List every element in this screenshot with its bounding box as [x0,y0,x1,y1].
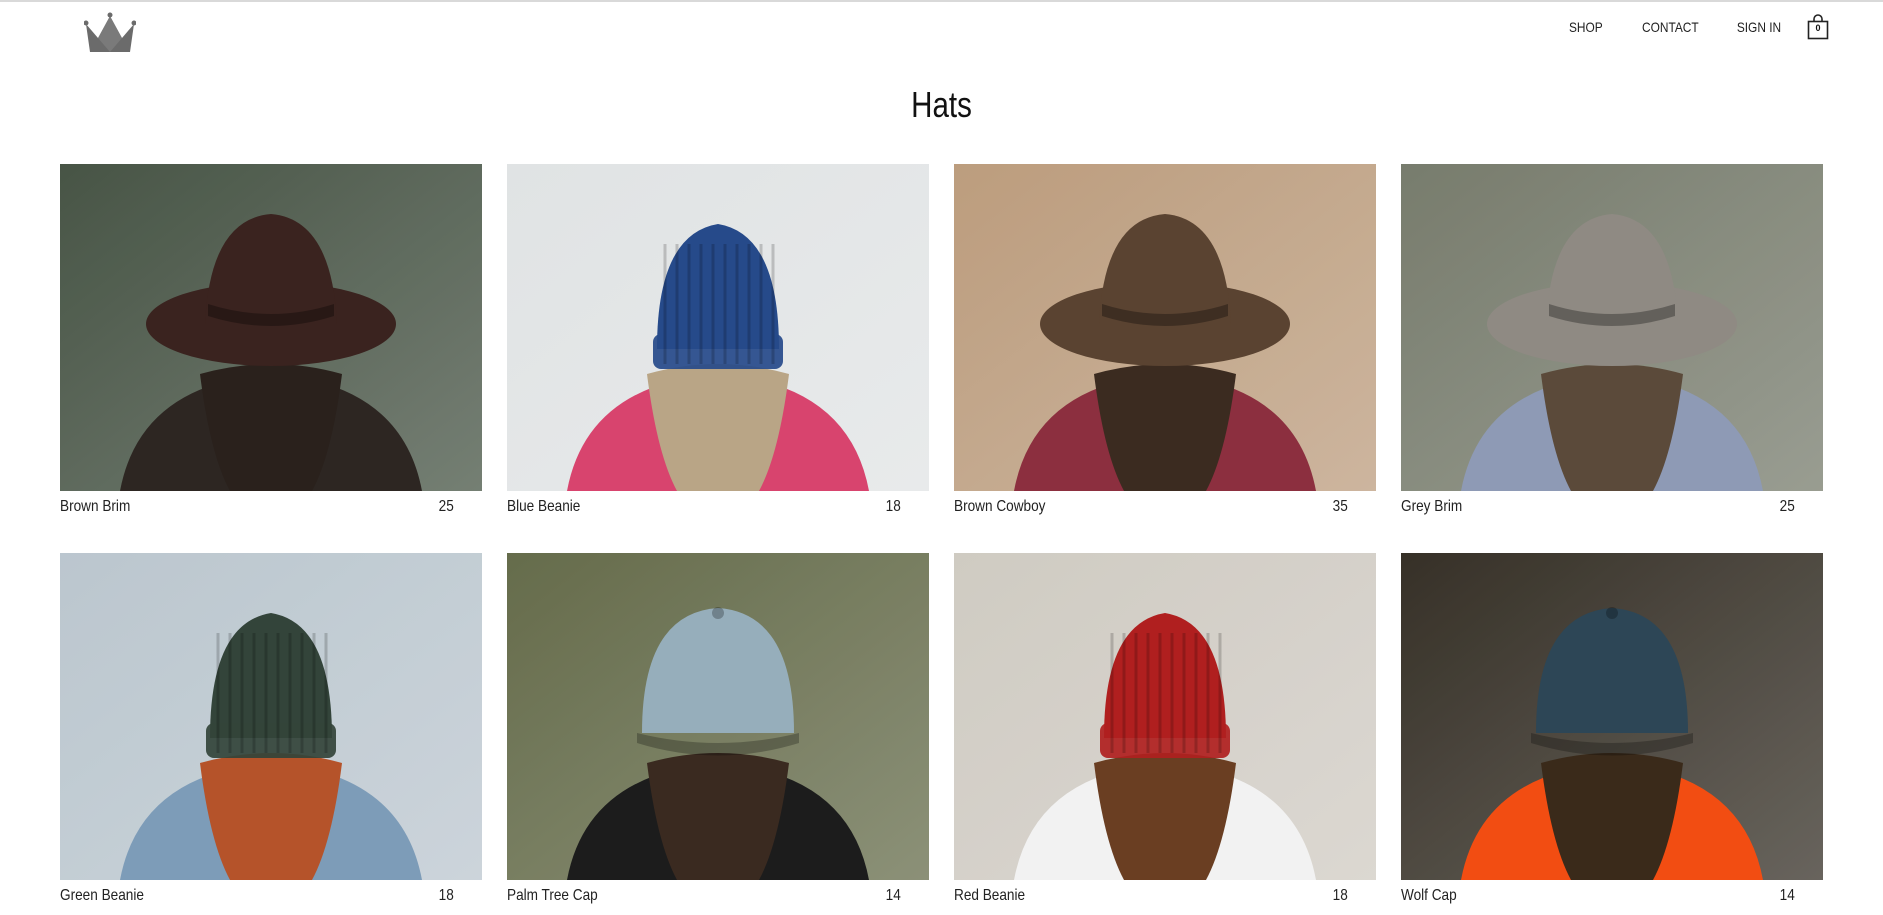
product-image[interactable] [1401,553,1823,880]
product-image[interactable] [60,164,482,491]
main-nav: SHOP CONTACT SIGN IN 0 [1533,14,1829,40]
site-header: SHOP CONTACT SIGN IN 0 [0,2,1883,66]
product-name: Brown Cowboy [954,498,1046,515]
product-image[interactable] [60,553,482,880]
product-card[interactable]: Palm Tree Cap 14 [507,553,929,912]
product-footer: Blue Beanie 18 [507,491,929,523]
hat-photo [60,164,482,491]
product-name: Grey Brim [1401,498,1463,515]
hat-photo [954,553,1376,880]
product-card[interactable]: Blue Beanie 18 [507,164,929,523]
product-price: 18 [1332,887,1348,904]
product-footer: Green Beanie 18 [60,880,482,912]
product-name: Palm Tree Cap [507,887,598,904]
product-footer: Grey Brim 25 [1401,491,1823,523]
page-title: Hats [911,84,972,125]
cart-button[interactable]: 0 [1807,14,1829,40]
product-footer: Brown Brim 25 [60,491,482,523]
product-price: 35 [1332,498,1348,515]
crown-icon[interactable] [83,12,137,54]
product-image[interactable] [507,553,929,880]
product-footer: Red Beanie 18 [954,880,1376,912]
product-name: Wolf Cap [1401,887,1457,904]
product-image[interactable] [954,553,1376,880]
nav-contact-link[interactable]: CONTACT [1642,19,1699,35]
product-price: 14 [885,887,901,904]
product-name: Red Beanie [954,887,1026,904]
product-price: 18 [438,887,454,904]
product-card[interactable]: Grey Brim 25 [1401,164,1823,523]
product-image[interactable] [507,164,929,491]
product-price: 25 [1779,498,1795,515]
product-name: Green Beanie [60,887,144,904]
product-card[interactable]: Brown Cowboy 35 [954,164,1376,523]
product-footer: Palm Tree Cap 14 [507,880,929,912]
product-image[interactable] [1401,164,1823,491]
hat-photo [507,164,929,491]
hat-photo [954,164,1376,491]
nav-shop-link[interactable]: SHOP [1569,19,1603,35]
hat-photo [1401,164,1823,491]
product-price: 18 [885,498,901,515]
product-price: 14 [1779,887,1795,904]
product-price: 25 [438,498,454,515]
product-footer: Wolf Cap 14 [1401,880,1823,912]
product-card[interactable]: Brown Brim 25 [60,164,482,523]
product-name: Brown Brim [60,498,131,515]
product-image[interactable] [954,164,1376,491]
cart-item-count: 0 [1815,23,1821,33]
product-card[interactable]: Red Beanie 18 [954,553,1376,912]
hat-photo [60,553,482,880]
product-card[interactable]: Wolf Cap 14 [1401,553,1823,912]
hat-photo [507,553,929,880]
nav-sign-in-link[interactable]: SIGN IN [1737,19,1781,35]
product-card[interactable]: Green Beanie 18 [60,553,482,912]
product-grid: Brown Brim 25 Blue Beanie 18 Brown Cowbo… [60,164,1824,912]
product-footer: Brown Cowboy 35 [954,491,1376,523]
hat-photo [1401,553,1823,880]
product-name: Blue Beanie [507,498,581,515]
